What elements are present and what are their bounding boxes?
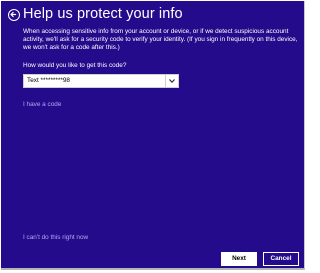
- back-arrow-icon: [10, 11, 17, 18]
- dropdown-toggle[interactable]: [165, 75, 178, 87]
- chevron-down-icon: [169, 79, 175, 83]
- description-text: When accessing sensitive info from your …: [23, 28, 298, 52]
- page-title: Help us protect your info: [23, 6, 183, 22]
- security-dialog: Help us protect your info When accessing…: [1, 1, 305, 270]
- back-button[interactable]: [8, 9, 20, 21]
- code-method-label: How would you like to get this code?: [23, 62, 127, 69]
- have-code-link[interactable]: I have a code: [23, 101, 61, 109]
- cant-do-now-link[interactable]: I can't do this right now: [23, 234, 88, 242]
- code-method-dropdown[interactable]: Text *********98: [23, 74, 179, 88]
- next-button[interactable]: Next: [221, 252, 257, 266]
- selected-method-text: Text *********98: [27, 77, 70, 84]
- cancel-button[interactable]: Cancel: [263, 252, 299, 266]
